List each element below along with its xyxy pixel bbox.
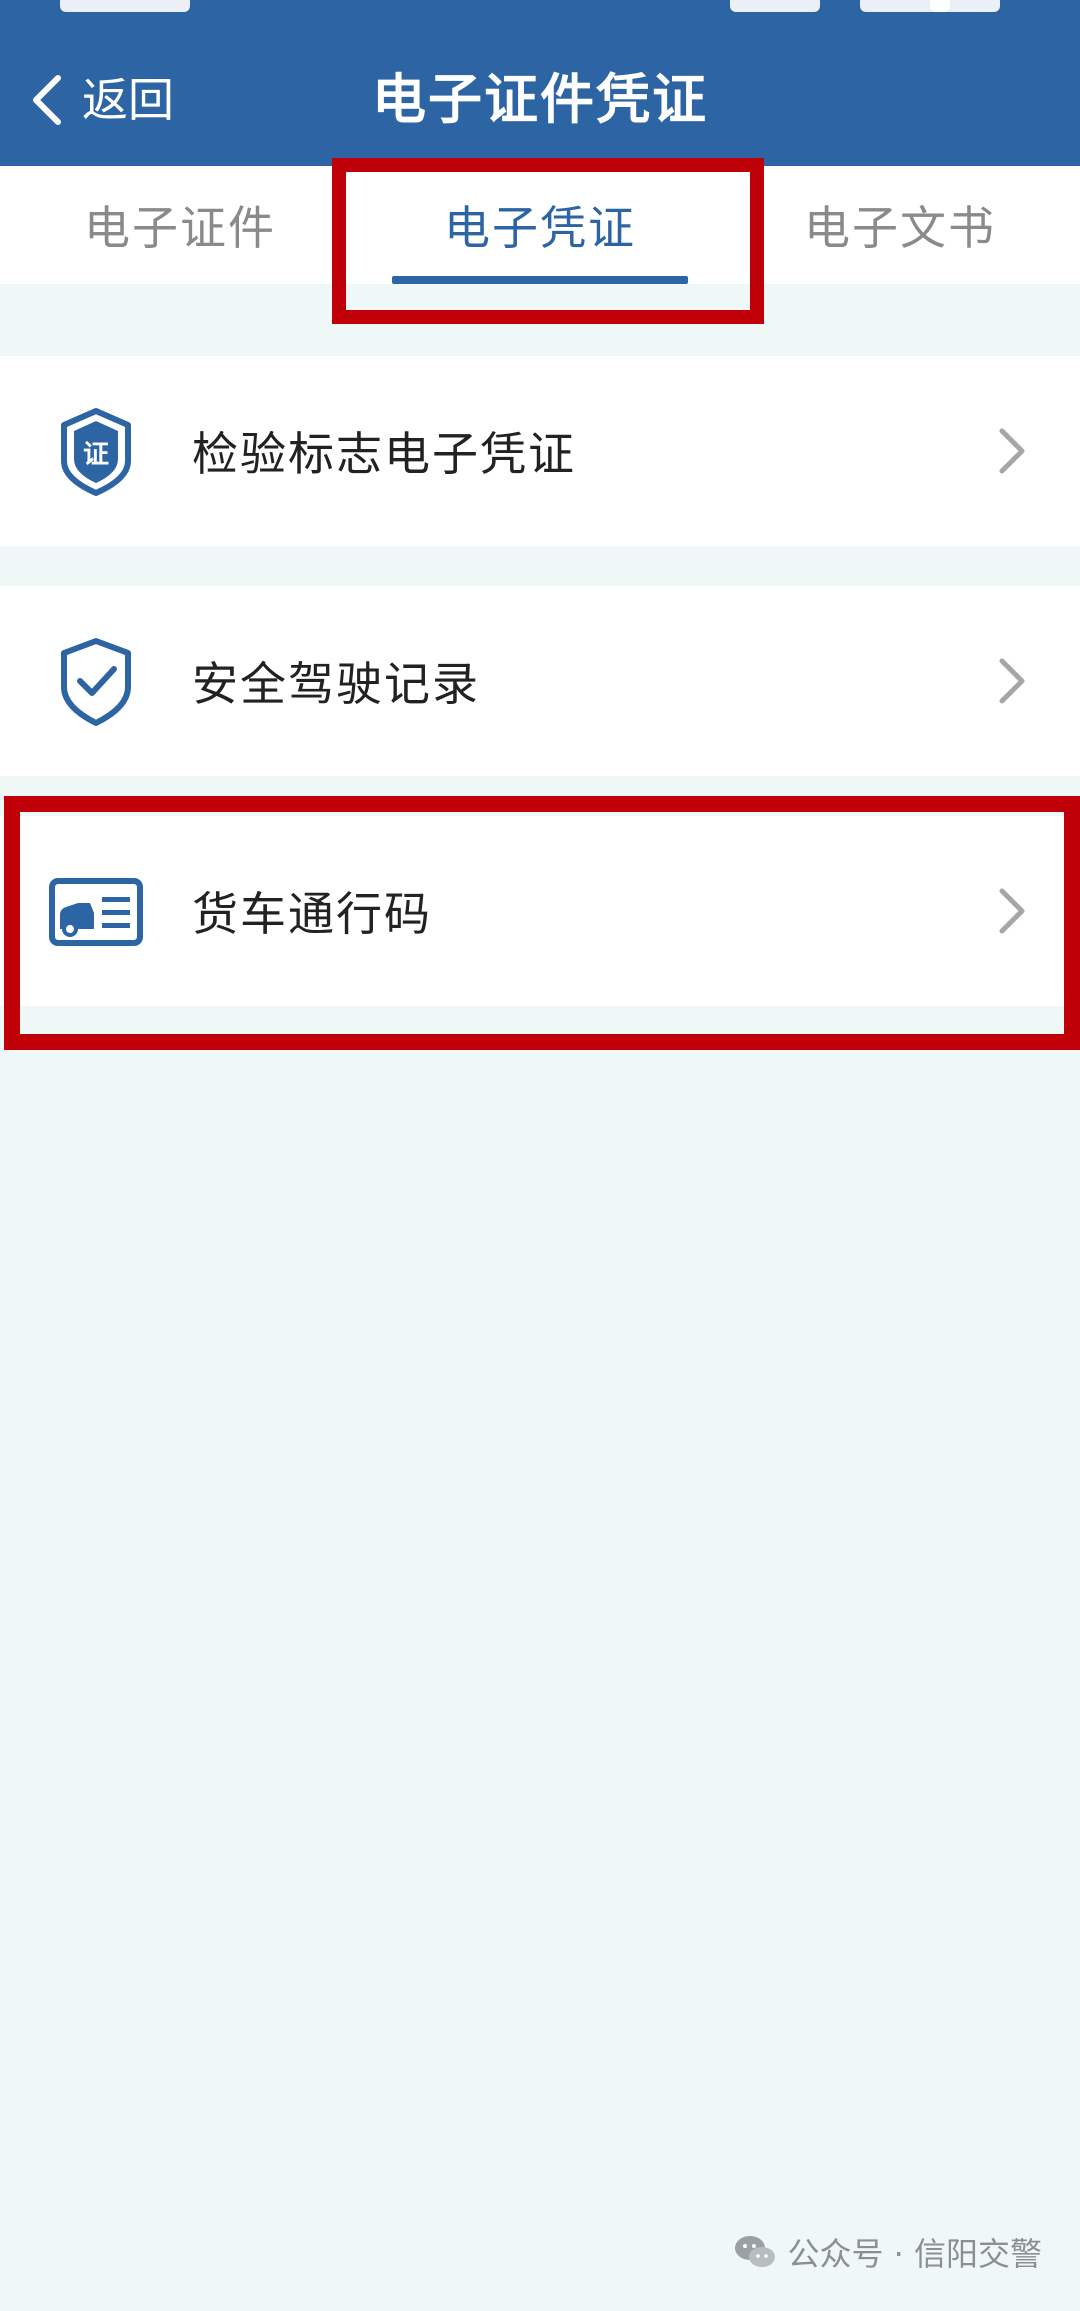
watermark: 公众号 · 信阳交警: [733, 2229, 1042, 2275]
chevron-right-icon: [992, 421, 1032, 481]
tab-label: 电子证件: [84, 201, 276, 255]
tab-electronic-voucher[interactable]: 电子凭证: [360, 166, 720, 284]
list-item-label: 检验标志电子凭证: [192, 427, 576, 481]
tab-electronic-document[interactable]: 电子文书: [720, 166, 1080, 284]
list-item-safe-driving-record[interactable]: 安全驾驶记录: [0, 586, 1080, 776]
svg-text:证: 证: [83, 440, 109, 470]
page-title: 电子证件凭证: [372, 68, 708, 131]
active-tab-indicator: [392, 276, 688, 284]
chevron-right-icon: [992, 651, 1032, 711]
status-bar-fragment: [930, 0, 1000, 12]
status-bar-fragment: [730, 0, 820, 12]
list-item-truck-pass-code[interactable]: 货车通行码: [0, 816, 1080, 1006]
status-bar-fragment: [60, 0, 190, 12]
watermark-text: 公众号 · 信阳交警: [787, 2235, 1042, 2273]
truck-card-icon: [48, 863, 144, 959]
tab-bar: 电子证件 电子凭证 电子文书: [0, 166, 1080, 284]
shield-check-icon: [48, 633, 144, 729]
tab-label: 电子凭证: [444, 201, 636, 255]
certificate-shield-icon: 证: [48, 403, 144, 499]
list-item-inspection-voucher[interactable]: 证 检验标志电子凭证: [0, 356, 1080, 546]
top-bar: 返回 电子证件凭证: [0, 0, 1080, 166]
chevron-right-icon: [992, 881, 1032, 941]
list-item-label: 安全驾驶记录: [192, 657, 480, 711]
list-item-label: 货车通行码: [192, 887, 432, 941]
wechat-icon: [735, 2236, 776, 2267]
screen: 返回 电子证件凭证 电子证件 电子凭证 电子文书 证 检验标志电子凭证 安全驾驶…: [0, 0, 1080, 2311]
tab-label: 电子文书: [804, 201, 996, 255]
tab-electronic-id[interactable]: 电子证件: [0, 166, 360, 284]
